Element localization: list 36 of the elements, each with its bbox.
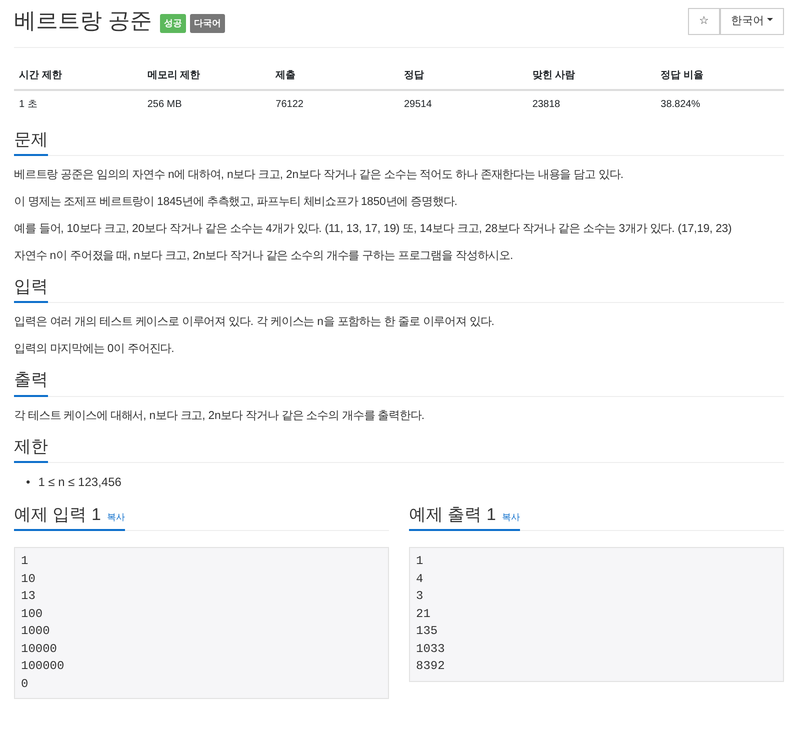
column-header: 시간 제한 [14,62,142,90]
copy-link[interactable]: 복사 [502,512,520,523]
column-header: 메모리 제한 [142,62,271,90]
table-cell: 76122 [270,90,399,118]
table-cell: 256 MB [142,90,271,118]
paragraph: 자연수 n이 주어졌을 때, n보다 크고, 2n보다 작거나 같은 소수의 개수를 구하는 프로그램을 작성하시오. [14,248,514,264]
section-heading: 제한 [14,436,48,464]
copy-link[interactable]: 복사 [106,512,125,523]
star-button[interactable]: ☆ [688,8,720,34]
table-cell: 29514 [398,90,528,118]
table-cell: 38.824% [656,90,784,118]
sample-output-box: 1 4 3 21 135 1033 8392 [409,547,784,682]
section-heading: 입력 [14,276,48,304]
paragraph: 입력은 여러 개의 테스트 케이스로 이루어져 있다. 각 케이스는 n을 포함하는 한 줄로 이루어져 있다. [14,315,496,330]
problem-title: 베르트랑 공준 [14,8,152,34]
status-badge: 다국어 [190,14,226,33]
paragraph: 베르트랑 공준은 임의의 자연수 n에 대하여, n보다 크고, 2n보다 작거나 같은 소수는 적어도 하나 존재한다는 내용을 담고 있다. [14,168,624,183]
section-heading: 문제 [14,130,48,156]
sample-output-box: 1 10 13 100 1000 10000 100000 0 [14,547,389,700]
paragraph: 각 테스트 케이스에 대해서, n보다 크고, 2n보다 작거나 같은 소수의 개수를 출력한다. [14,408,426,424]
table-cell: 1 초 [14,90,142,118]
list-item: 1 ≤ n ≤ 123,456 [38,474,122,492]
paragraph: 입력의 마지막에는 0이 주어진다. [14,342,176,358]
paragraph: 예를 들어, 10보다 크고, 20보다 작거나 같은 소수는 4개가 있다. (11, 13, 17, 19) 또, 14보다 크고, 28보다 작거나 같은 소수는 3개가 있다. (17,19, 23) [14,222,733,237]
bullet-icon: • [26,473,30,492]
sample-heading: 예제 출력 1 [409,505,496,526]
column-header: 제출 [270,62,399,90]
column-header: 정답 비율 [656,62,784,90]
sample-heading: 예제 입력 1 [14,505,101,526]
language-dropdown[interactable]: 한국어 [720,8,784,34]
column-header: 정답 [398,62,528,90]
paragraph: 이 명제는 조제프 베르트랑이 1845년에 추측했고, 파프누티 체비쇼프가 1850년에 증명했다. [14,194,458,210]
section-heading: 출력 [14,370,48,397]
column-header: 맞힌 사람 [527,62,656,90]
status-badge: 성공 [160,14,186,33]
table-cell: 23818 [527,90,656,118]
